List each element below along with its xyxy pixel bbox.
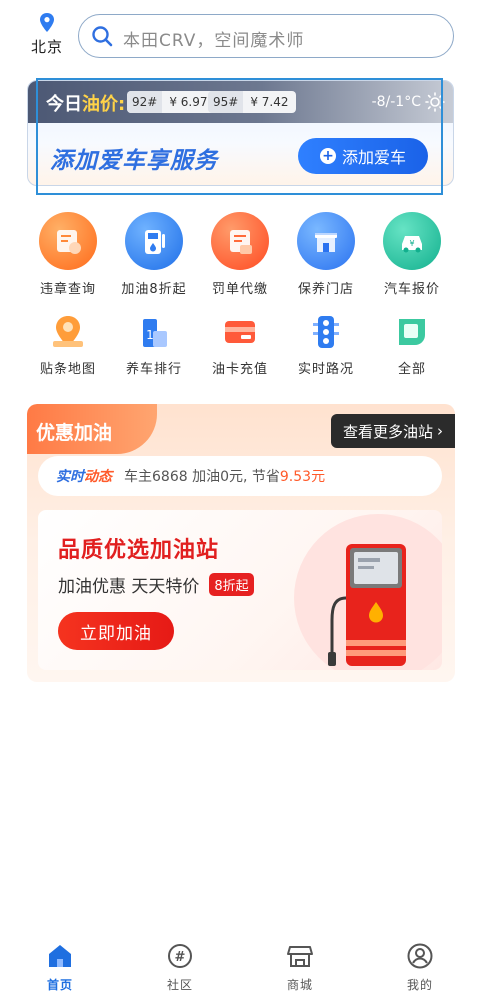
service-label: 汽车报价 [383, 282, 440, 297]
discount-badge: 8折起 [209, 573, 254, 596]
service-ticket-map[interactable]: 贴条地图 [25, 312, 111, 377]
service-label: 实时路况 [297, 362, 354, 377]
nav-home[interactable]: 首页 [20, 936, 100, 998]
chevron-right-icon: › [437, 422, 443, 440]
service-label: 养车排行 [125, 362, 182, 377]
service-maintenance-store[interactable]: 保养门店 [283, 208, 369, 297]
community-icon: # [168, 944, 192, 968]
service-label: 油卡充值 [211, 362, 268, 377]
home-icon [49, 945, 71, 967]
service-label: 罚单代缴 [211, 282, 268, 297]
oil-price-header: 今日油价: 92# ¥ 6.97 95# ¥ 7.42 -8/-1°C [28, 81, 453, 123]
more-stations-label: 查看更多油站 [342, 422, 433, 441]
map-pin-icon [48, 312, 88, 352]
svg-text:#: # [175, 950, 186, 965]
nav-profile[interactable]: 我的 [380, 936, 460, 998]
add-car-button[interactable]: + 添加爱车 [298, 138, 428, 174]
car-price-icon: ¥ [383, 212, 441, 270]
grade-label: 95# [208, 91, 244, 113]
plus-icon: + [319, 148, 336, 164]
more-stations-button[interactable]: 查看更多油站 › [330, 414, 455, 448]
service-fuel-card[interactable]: 油卡充值 [197, 312, 283, 377]
promo-subline: 加油优惠 天天特价 8折起 [58, 572, 254, 597]
gas-pump-illustration-icon [328, 544, 406, 666]
city-label: 北京 [30, 38, 63, 56]
bottom-nav: 首页 # 社区 商城 我的 [0, 936, 480, 998]
live-tag: 实时动态 [56, 466, 112, 486]
service-ranking[interactable]: 1 养车排行 [111, 312, 197, 377]
oil-price-card: 今日油价: 92# ¥ 6.97 95# ¥ 7.42 -8/-1°C 添加爱车… [27, 80, 454, 186]
add-car-button-label: 添加爱车 [341, 148, 406, 167]
promo-subtext: 加油优惠 天天特价 [58, 577, 200, 597]
price-92: 92# ¥ 6.97 [127, 91, 215, 113]
service-violation-query[interactable]: 违章查询 [25, 208, 111, 297]
nav-community[interactable]: # 社区 [140, 936, 220, 998]
ticket-payment-icon [211, 212, 269, 270]
price-95: 95# ¥ 7.42 [208, 91, 296, 113]
price-value: ¥ 6.97 [169, 95, 208, 109]
ranking-icon: 1 [134, 312, 174, 352]
service-label: 贴条地图 [39, 362, 96, 377]
service-car-price[interactable]: ¥ 汽车报价 [369, 208, 455, 297]
add-car-promo-text: 添加爱车享服务 [50, 148, 218, 174]
nav-label: 商城 [286, 978, 313, 992]
service-label: 加油8折起 [121, 282, 187, 297]
today-oil-price-title: 今日油价: [46, 90, 125, 116]
service-label: 保养门店 [297, 282, 354, 297]
service-all[interactable]: 全部 [369, 312, 455, 377]
grade-label: 92# [127, 91, 163, 113]
violation-query-icon [39, 212, 97, 270]
refuel-now-button[interactable]: 立即加油 [58, 612, 174, 650]
nav-label: 我的 [406, 978, 433, 992]
temperature: -8/-1°C [371, 94, 421, 110]
location-pin-icon [40, 13, 54, 32]
profile-icon [407, 943, 433, 969]
nav-store[interactable]: 商城 [260, 936, 340, 998]
traffic-light-icon [306, 312, 346, 352]
today-prefix: 今日 [46, 94, 82, 115]
nav-label: 首页 [46, 978, 73, 992]
live-tag-part2: 动态 [84, 469, 112, 485]
search-bar[interactable]: 本田CRV，空间魔术师 [78, 14, 454, 58]
svg-text:¥: ¥ [409, 239, 414, 248]
maintenance-store-icon [297, 212, 355, 270]
station-promo-banner[interactable]: 品质优选加油站 加油优惠 天天特价 8折起 立即加油 [38, 510, 442, 670]
service-label: 全部 [397, 362, 426, 377]
location-selector[interactable]: 北京 [22, 12, 72, 57]
price-value: ¥ 7.42 [250, 95, 289, 109]
search-placeholder: 本田CRV，空间魔术师 [123, 31, 305, 51]
weather-info: -8/-1°C [372, 92, 445, 112]
nav-label: 社区 [166, 978, 193, 992]
fuel-card-icon [220, 312, 260, 352]
saving-amount: 9.53元 [279, 469, 326, 485]
main-services-grid: 违章查询 加油8折起 罚单代缴 保养门店 ¥ 汽车报价 [25, 208, 455, 297]
oil-price-label: 油价: [82, 94, 126, 115]
live-text: 车主6868 加油0元, 节省 [124, 469, 280, 485]
search-icon [92, 26, 113, 47]
service-ticket-payment[interactable]: 罚单代缴 [197, 208, 283, 297]
service-traffic[interactable]: 实时路况 [283, 312, 369, 377]
promo-title: 优惠加油 [36, 422, 113, 444]
fuel-discount-card: 优惠加油 查看更多油站 › 实时动态 车主6868 加油0元, 节省 9.53元… [27, 404, 455, 682]
promo-headline: 品质优选加油站 [58, 538, 220, 563]
fuel-pump-icon [125, 212, 183, 270]
all-services-icon [392, 312, 432, 352]
live-tag-part1: 实时 [56, 469, 84, 485]
top-bar: 北京 本田CRV，空间魔术师 [0, 0, 480, 72]
service-label: 违章查询 [39, 282, 96, 297]
live-activity-bar: 实时动态 车主6868 加油0元, 节省 9.53元 [38, 456, 442, 496]
secondary-services-grid: 贴条地图 1 养车排行 油卡充值 实时路况 全部 [25, 312, 455, 377]
store-icon [287, 946, 313, 967]
sun-icon [425, 92, 445, 112]
svg-text:1: 1 [146, 328, 154, 342]
service-fuel-discount[interactable]: 加油8折起 [111, 208, 197, 297]
